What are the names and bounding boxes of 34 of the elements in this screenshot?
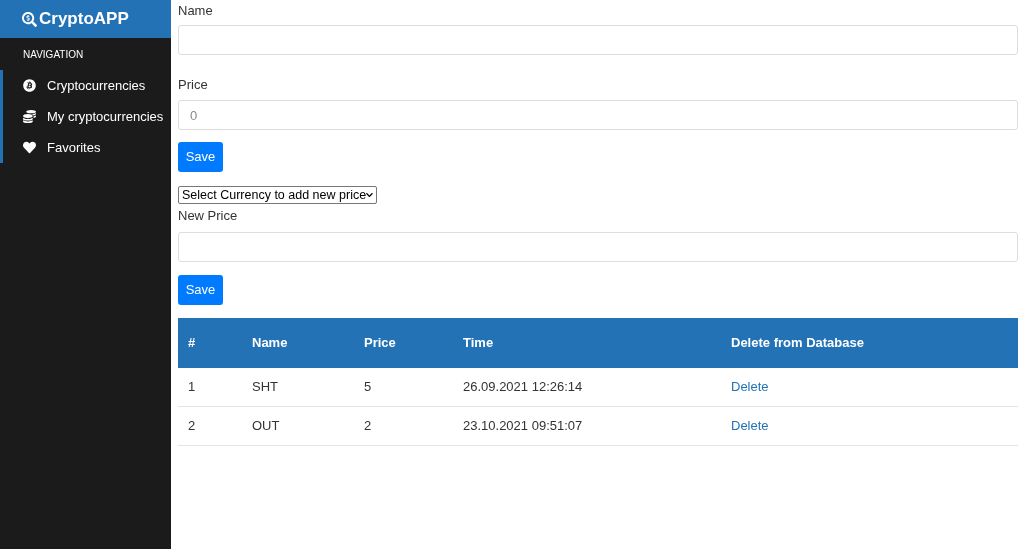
delete-link[interactable]: Delete [731,379,769,395]
brand-title: CryptoAPP [39,8,129,31]
search-dollar-icon [22,11,37,27]
field-label: New Price [178,208,239,224]
table-cell: SHT [252,379,278,395]
table-cell: 2 [188,418,196,434]
coins-icon [23,110,36,123]
table-cell: 1 [188,379,196,395]
field-label: Name [178,3,214,19]
nav-item[interactable]: Cryptocurrencies [3,70,171,101]
nav-item[interactable]: Favorites [3,132,171,163]
column-header: Price [364,335,396,351]
table-cell: 2 [364,418,372,434]
price-field[interactable]: 0 [178,100,1018,130]
chevron-down-icon [366,191,373,199]
column-header: Delete from Database [731,335,864,351]
save-button[interactable]: Save [178,142,223,172]
bitcoin-icon [23,79,36,92]
name-field[interactable] [178,25,1018,55]
column-header: # [188,335,196,351]
table-cell: OUT [252,418,280,434]
currency-select[interactable]: Select Currency to add new price [178,186,377,204]
table-cell: 26.09.2021 12:26:14 [463,379,583,395]
column-header: Time [463,335,494,351]
heart-icon [23,141,36,154]
table-cell: 5 [364,379,372,395]
delete-link[interactable]: Delete [731,418,769,434]
field-label: Price [178,77,209,93]
table-cell: 23.10.2021 09:51:07 [463,418,583,434]
column-header: Name [252,335,288,351]
section-title: NAVIGATION [23,47,84,62]
new-price-field[interactable] [178,232,1018,262]
save-button[interactable]: Save [178,275,223,305]
nav-item[interactable]: My cryptocurrencies [3,101,171,132]
